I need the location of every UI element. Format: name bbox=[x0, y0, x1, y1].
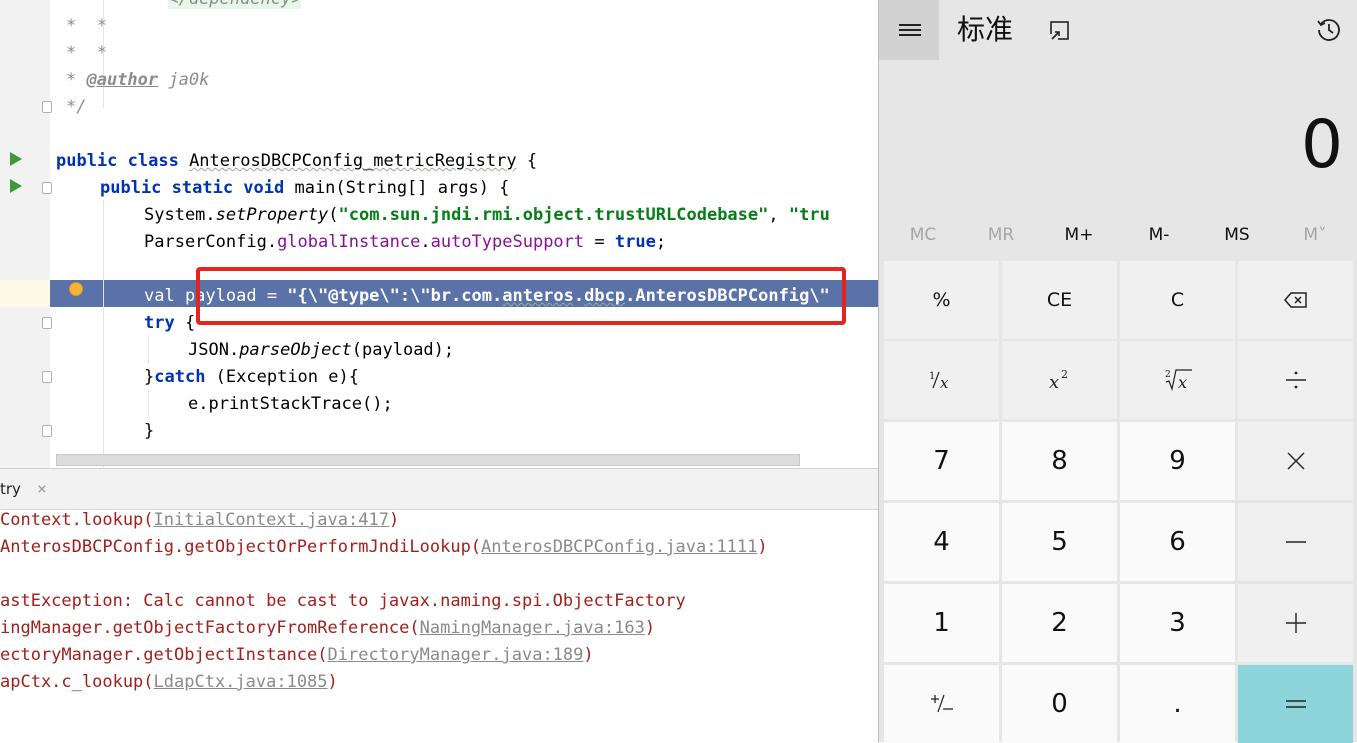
source-link[interactable]: LdapCtx.java:1085 bbox=[154, 672, 328, 692]
console-line: ectoryManager.getObjectInstance(Director… bbox=[0, 645, 594, 665]
subtract-button[interactable] bbox=[1238, 503, 1353, 581]
code-editor[interactable]: * * </dependency> * * * * * @author ja0k… bbox=[0, 0, 878, 468]
multiply-icon bbox=[1287, 452, 1304, 470]
divide-icon bbox=[1285, 371, 1306, 389]
backspace-icon bbox=[1283, 292, 1307, 308]
console-line: Context.lookup(InitialContext.java:417) bbox=[0, 510, 400, 530]
digit-0-button[interactable]: 0 bbox=[1002, 665, 1117, 743]
memory-list-button[interactable]: M˅ bbox=[1276, 218, 1354, 252]
percent-button[interactable]: % bbox=[884, 261, 999, 339]
calculator-window: 标准 0 MC MR M+ M- MS M˅ % CE C 1 x x 2 2 … bbox=[878, 0, 1357, 743]
code-content: * * </dependency> * * * * * @author ja0k… bbox=[0, 0, 878, 468]
hamburger-icon bbox=[899, 29, 921, 31]
digit-7-button[interactable]: 7 bbox=[884, 422, 999, 500]
svg-text:x: x bbox=[1049, 372, 1059, 393]
source-link[interactable]: DirectoryManager.java:189 bbox=[328, 645, 584, 665]
console-line: AnterosDBCPConfig.getObjectOrPerformJndi… bbox=[0, 537, 768, 557]
console-tab-bar: try × bbox=[0, 469, 878, 510]
code-line: */ bbox=[66, 97, 87, 117]
hamburger-icon bbox=[899, 24, 921, 26]
plus-minus-icon bbox=[930, 694, 953, 713]
svg-text:x: x bbox=[1178, 373, 1187, 392]
square-button[interactable]: x 2 bbox=[1002, 341, 1117, 419]
digit-5-button[interactable]: 5 bbox=[1002, 503, 1117, 581]
digit-6-button[interactable]: 6 bbox=[1120, 503, 1235, 581]
square-root-icon: 2 x bbox=[1165, 369, 1192, 392]
digit-8-button[interactable]: 8 bbox=[1002, 422, 1117, 500]
code-line: * * bbox=[66, 43, 107, 63]
digit-4-button[interactable]: 4 bbox=[884, 503, 999, 581]
history-icon[interactable] bbox=[1315, 16, 1343, 44]
memory-add-button[interactable]: M+ bbox=[1040, 218, 1118, 252]
hamburger-icon bbox=[899, 34, 921, 36]
close-icon[interactable]: × bbox=[34, 478, 50, 500]
code-line: System.setProperty("com.sun.jndi.rmi.obj… bbox=[144, 205, 830, 225]
highlight-annotation-box bbox=[196, 267, 846, 325]
reciprocal-icon: 1 x bbox=[929, 371, 949, 392]
code-line: public static void main(String[] args) { bbox=[100, 178, 510, 198]
svg-text:2: 2 bbox=[1061, 368, 1068, 381]
digit-3-button[interactable]: 3 bbox=[1120, 584, 1235, 662]
square-icon: x 2 bbox=[1049, 368, 1068, 393]
code-line: * * </dependency> bbox=[66, 0, 302, 13]
negate-button[interactable] bbox=[884, 665, 999, 743]
code-line: public class AnterosDBCPConfig_metricReg… bbox=[56, 151, 538, 171]
add-button[interactable] bbox=[1238, 584, 1353, 662]
source-link[interactable]: NamingManager.java:163 bbox=[420, 618, 645, 638]
memory-clear-button[interactable]: MC bbox=[884, 218, 962, 252]
class-name: AnterosDBCPConfig_metricRegistry bbox=[189, 151, 517, 171]
source-link[interactable]: InitialContext.java:417 bbox=[154, 510, 389, 530]
source-link[interactable]: AnterosDBCPConfig.java:1111 bbox=[481, 537, 757, 557]
backspace-button[interactable] bbox=[1238, 261, 1353, 339]
code-line: * @author ja0k bbox=[66, 70, 210, 90]
digit-9-button[interactable]: 9 bbox=[1120, 422, 1235, 500]
horizontal-scrollbar[interactable] bbox=[56, 454, 800, 466]
minus-icon bbox=[1285, 541, 1306, 543]
console-line: apCtx.c_lookup(LdapCtx.java:1085) bbox=[0, 672, 338, 692]
clear-button[interactable]: C bbox=[1120, 261, 1235, 339]
digit-2-button[interactable]: 2 bbox=[1002, 584, 1117, 662]
calculator-display: 0 bbox=[1301, 106, 1343, 183]
code-line: }catch (Exception e){ bbox=[144, 367, 359, 387]
memory-store-button[interactable]: MS bbox=[1198, 218, 1276, 252]
square-root-button[interactable]: 2 x bbox=[1120, 341, 1235, 419]
code-line: e.printStackTrace(); bbox=[188, 394, 393, 414]
console-line: astException: Calc cannot be cast to jav… bbox=[0, 591, 686, 611]
code-line: ParserConfig.globalInstance.autoTypeSupp… bbox=[144, 232, 667, 252]
calculator-mode-title: 标准 bbox=[957, 13, 1014, 46]
decimal-button[interactable]: . bbox=[1120, 665, 1235, 743]
svg-text:2: 2 bbox=[1165, 370, 1171, 380]
clear-entry-button[interactable]: CE bbox=[1002, 261, 1117, 339]
equals-button[interactable] bbox=[1238, 665, 1353, 743]
reciprocal-button[interactable]: 1 x bbox=[884, 341, 999, 419]
code-line: try { bbox=[144, 313, 196, 333]
multiply-button[interactable] bbox=[1238, 422, 1353, 500]
equals-icon bbox=[1285, 700, 1306, 708]
code-line: } bbox=[144, 421, 155, 441]
svg-text:1: 1 bbox=[929, 371, 935, 382]
code-line: * * bbox=[66, 16, 107, 36]
keep-on-top-icon[interactable] bbox=[1047, 18, 1073, 44]
code-line: JSON.parseObject(payload); bbox=[188, 340, 455, 360]
console-line: ingManager.getObjectFactoryFromReference… bbox=[0, 618, 656, 638]
memory-recall-button[interactable]: MR bbox=[962, 218, 1040, 252]
divide-button[interactable] bbox=[1238, 341, 1353, 419]
run-console: try × Context.lookup(InitialContext.java… bbox=[0, 468, 878, 743]
menu-button[interactable] bbox=[879, 0, 939, 60]
plus-icon bbox=[1285, 613, 1306, 633]
digit-1-button[interactable]: 1 bbox=[884, 584, 999, 662]
memory-subtract-button[interactable]: M- bbox=[1120, 218, 1198, 252]
svg-text:x: x bbox=[940, 374, 949, 392]
tab-run-try[interactable]: try bbox=[0, 477, 21, 501]
